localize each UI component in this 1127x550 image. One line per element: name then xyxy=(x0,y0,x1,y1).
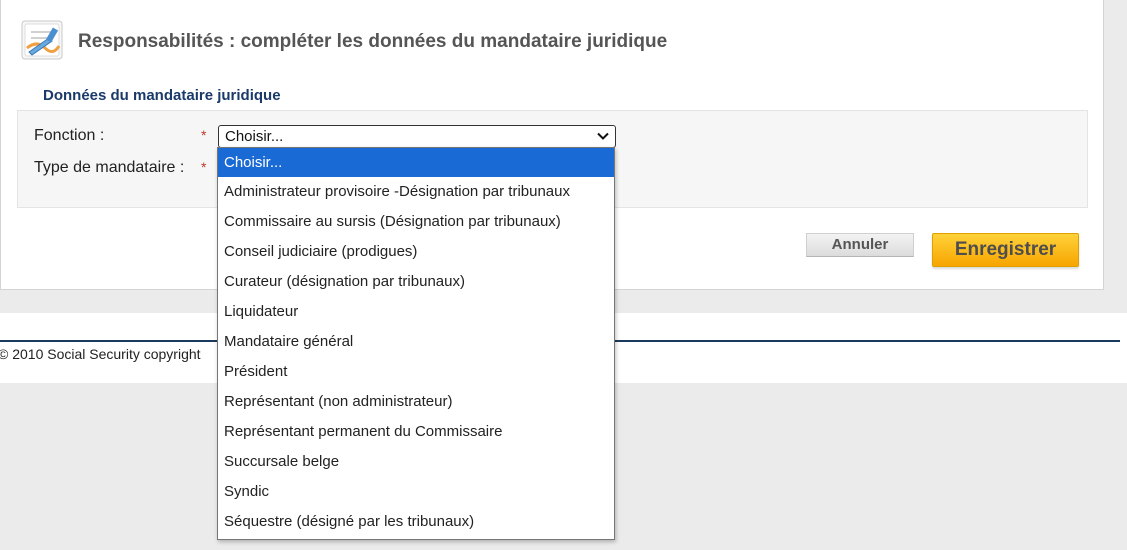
type-mandataire-required-mark: * xyxy=(201,159,207,175)
fonction-required-mark: * xyxy=(201,127,207,143)
section-title: Données du mandataire juridique xyxy=(43,87,281,104)
page-title: Responsabilités : compléter les données … xyxy=(78,31,668,52)
dropdown-option[interactable]: Curateur (désignation par tribunaux) xyxy=(218,267,614,297)
chevron-down-icon xyxy=(596,129,610,143)
copyright-text: © 2010 Social Security copyright xyxy=(0,346,201,362)
dropdown-option[interactable]: Représentant (non administrateur) xyxy=(218,387,614,417)
fonction-dropdown-list[interactable]: Choisir... Administrateur provisoire -Dés… xyxy=(217,147,615,540)
fonction-label: Fonction : xyxy=(34,127,105,144)
fonction-select[interactable]: Choisir... xyxy=(218,125,616,148)
dropdown-option[interactable]: Conseil judiciaire (prodigues) xyxy=(218,237,614,267)
dropdown-option[interactable]: Succursale belge xyxy=(218,447,614,477)
dropdown-option[interactable]: Syndic xyxy=(218,477,614,507)
dropdown-option[interactable]: Commissaire au sursis (Désignation par t… xyxy=(218,207,614,237)
save-button[interactable]: Enregistrer xyxy=(932,233,1079,267)
cancel-button[interactable]: Annuler xyxy=(806,233,914,257)
dropdown-option[interactable]: Liquidateur xyxy=(218,297,614,327)
type-mandataire-label: Type de mandataire : xyxy=(34,159,185,176)
fonction-select-value: Choisir... xyxy=(225,128,284,145)
dropdown-option[interactable]: Mandataire général xyxy=(218,327,614,357)
dropdown-option[interactable]: Séquestre (désigné par les tribunaux) xyxy=(218,507,614,537)
dropdown-option[interactable]: Choisir... xyxy=(218,148,614,177)
dropdown-option[interactable]: Président xyxy=(218,357,614,387)
document-pen-icon xyxy=(19,18,67,62)
dropdown-option[interactable]: Administrateur provisoire -Désignation p… xyxy=(218,177,614,207)
dropdown-option[interactable]: Représentant permanent du Commissaire xyxy=(218,417,614,447)
